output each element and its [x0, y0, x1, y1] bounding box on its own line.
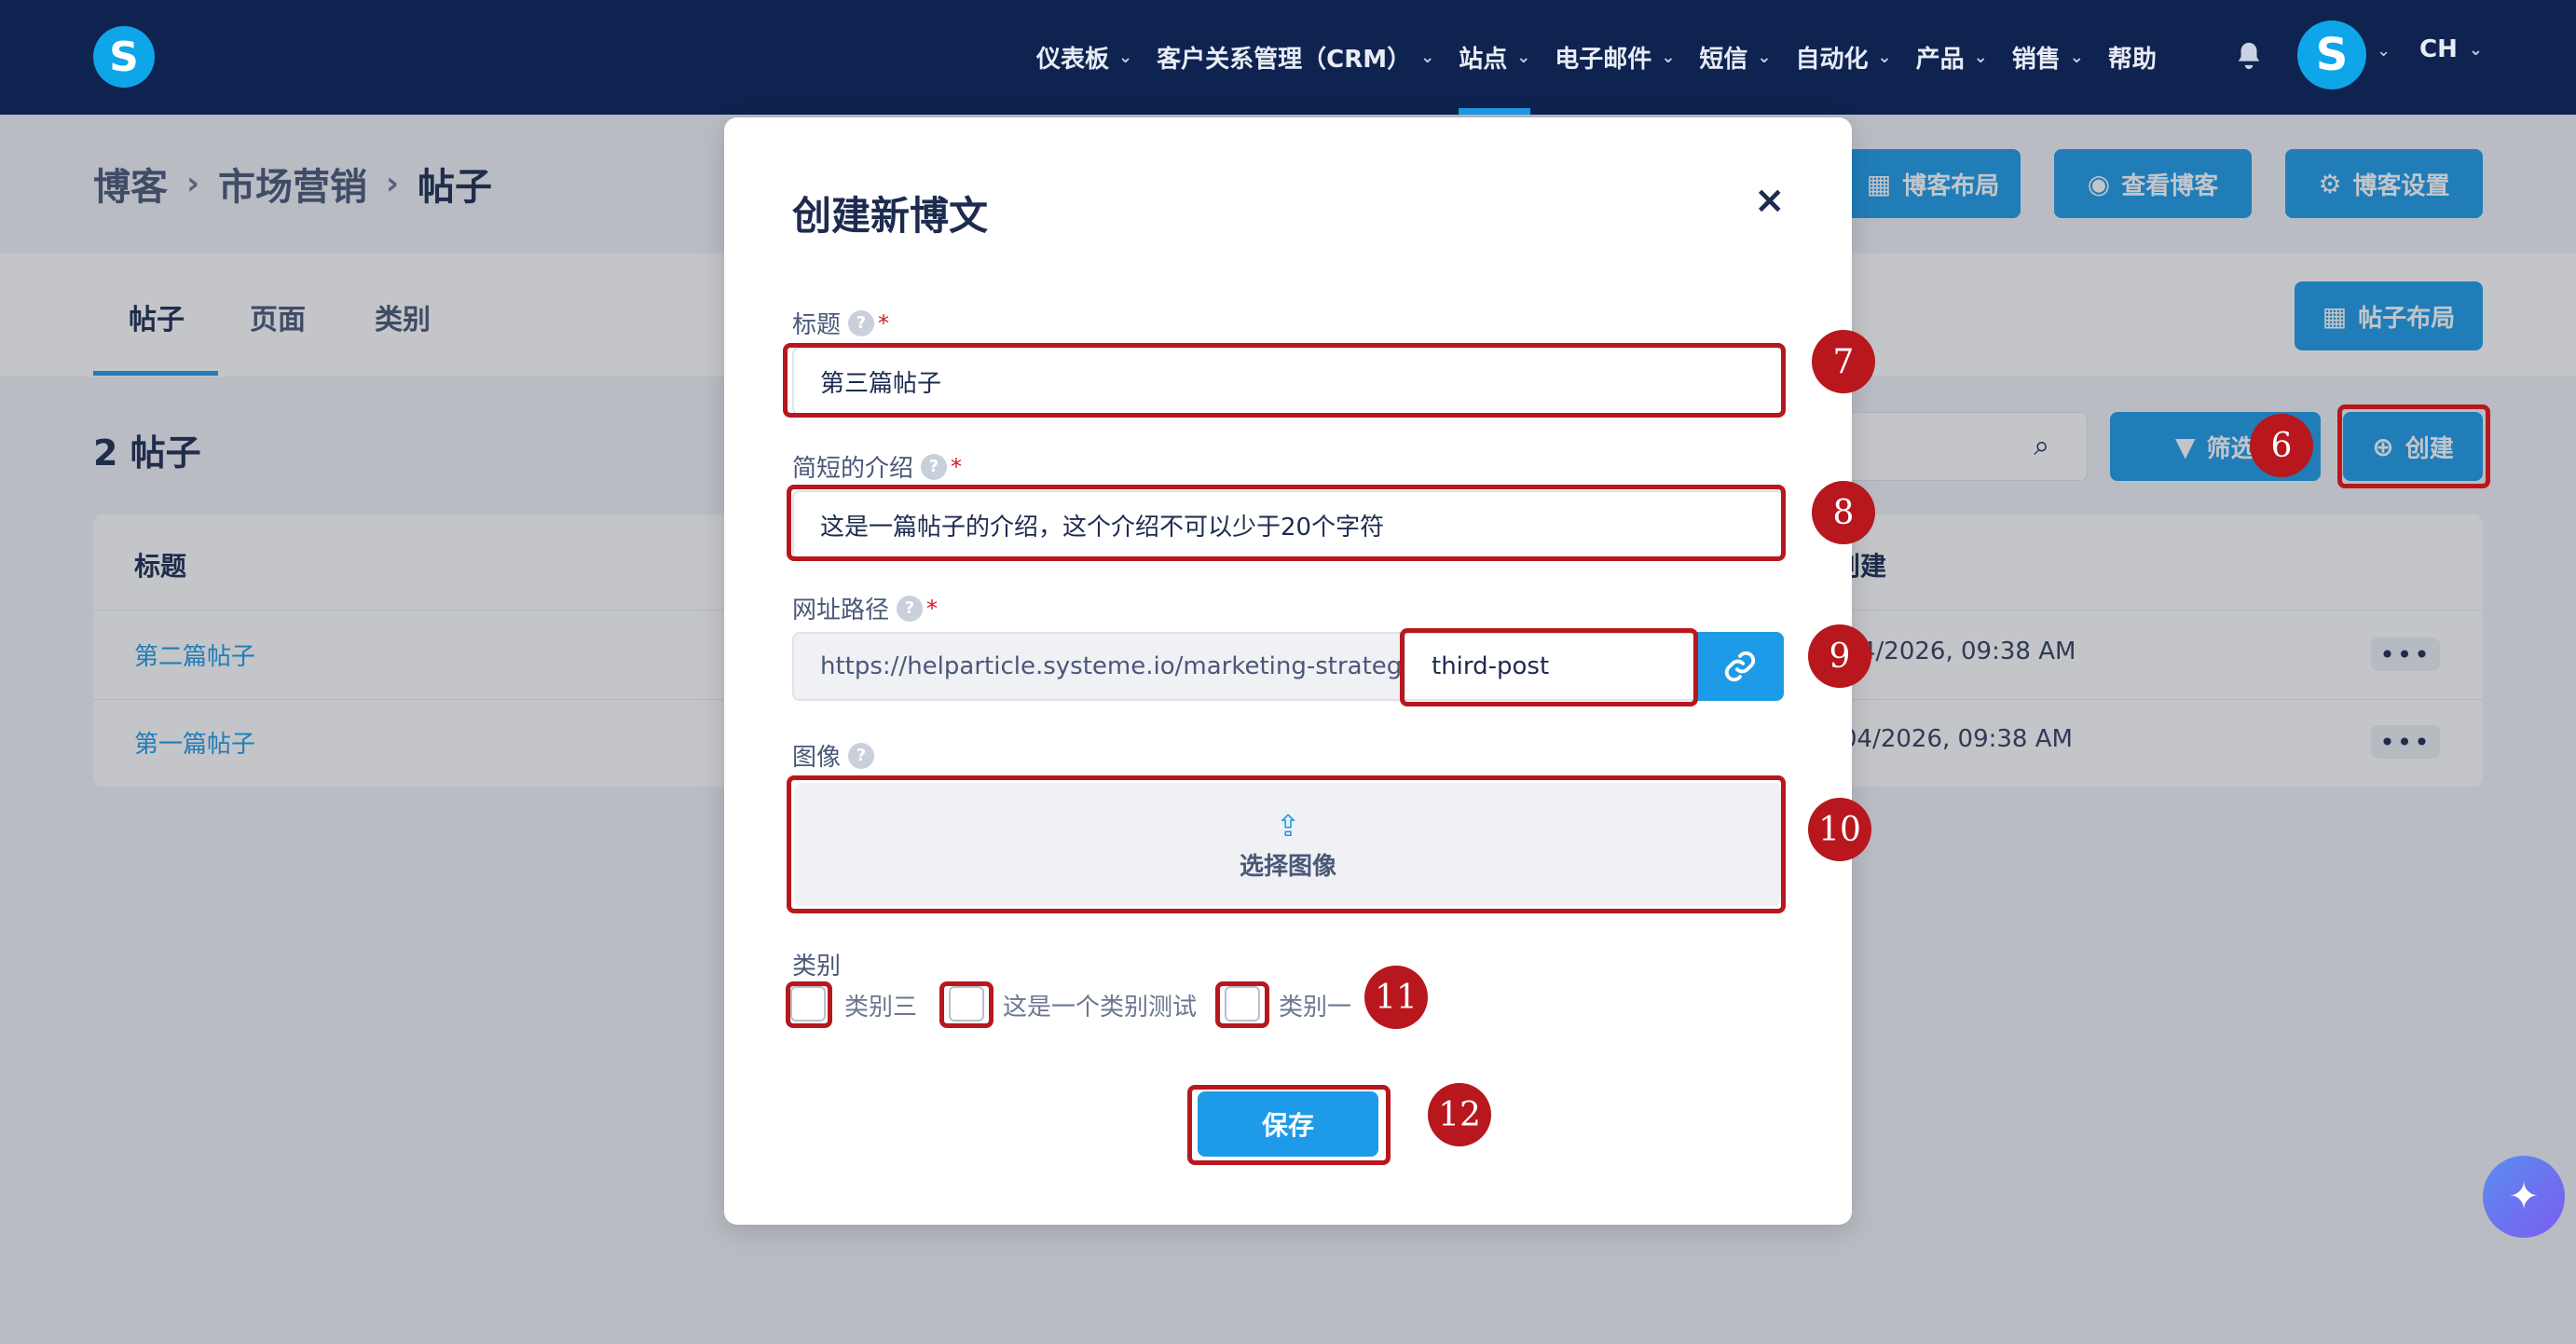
chevron-down-icon: ⌄: [1757, 48, 1772, 67]
url-field-label: 网址路径? *: [792, 591, 938, 625]
required-marker: *: [878, 309, 890, 336]
nav-item-label: 销售: [2011, 46, 2061, 74]
nav-item-label: 自动化: [1795, 46, 1869, 74]
category-label[interactable]: 类别三: [844, 988, 917, 1022]
annotation-number: 9: [1808, 624, 1871, 688]
chevron-down-icon: ⌄: [1661, 48, 1676, 67]
nav-item-products[interactable]: 产品 ⌄: [1916, 0, 1988, 115]
label-text: 网址路径: [792, 597, 890, 624]
language-label: CH: [2419, 35, 2458, 63]
annotation-number: 8: [1812, 481, 1875, 544]
annotation-box: [1187, 1085, 1391, 1165]
sparkle-icon[interactable]: ✦: [2483, 1156, 2565, 1238]
annotation-box: [2337, 405, 2490, 488]
chevron-down-icon: ⌄: [1516, 48, 1531, 67]
annotation-number: 6: [2250, 414, 2313, 477]
nav-item-label: 帮助: [2107, 46, 2157, 74]
top-navigation: S 仪表板 ⌄ 客户关系管理（CRM） ⌄ 站点 ⌄ 电子邮件 ⌄ 短信 ⌄ 自动化 ⌄ 产…: [0, 0, 2576, 115]
avatar[interactable]: S: [2297, 21, 2366, 89]
chevron-down-icon: ⌄: [1118, 48, 1133, 67]
help-icon[interactable]: ?: [897, 595, 924, 622]
help-icon[interactable]: ?: [848, 309, 875, 336]
annotation-box: [786, 981, 832, 1028]
annotation-box: [939, 981, 993, 1028]
label-text: 类别: [792, 953, 842, 981]
chevron-down-icon: ⌄: [1420, 48, 1435, 67]
title-field-label: 标题? *: [792, 306, 889, 340]
nav-item-help[interactable]: 帮助: [2108, 0, 2157, 115]
nav-item-sms[interactable]: 短信 ⌄: [1699, 0, 1771, 115]
nav-item-automation[interactable]: 自动化 ⌄: [1796, 0, 1892, 115]
intro-field-label: 简短的介绍? *: [792, 449, 962, 484]
label-text: 简短的介绍: [792, 455, 914, 483]
annotation-number: 7: [1812, 330, 1875, 393]
label-text: 图像: [792, 744, 842, 772]
language-selector[interactable]: CH ⌄: [2419, 35, 2483, 63]
chevron-down-icon[interactable]: ⌄: [2377, 41, 2391, 61]
category-field-label: 类别: [792, 947, 841, 981]
annotation-box: [787, 485, 1786, 561]
nav-item-label: 站点: [1459, 46, 1508, 74]
annotation-number: 12: [1428, 1083, 1491, 1146]
label-text: 标题: [792, 311, 842, 339]
nav-item-crm[interactable]: 客户关系管理（CRM） ⌄: [1157, 0, 1434, 115]
nav-item-email[interactable]: 电子邮件 ⌄: [1555, 0, 1675, 115]
nav-item-label: 短信: [1699, 46, 1748, 74]
annotation-box: [783, 343, 1786, 418]
nav-item-label: 电子邮件: [1555, 46, 1652, 74]
close-icon[interactable]: ×: [1754, 179, 1786, 222]
systeme-logo[interactable]: S: [93, 26, 155, 88]
chevron-down-icon: ⌄: [2069, 48, 2084, 67]
annotation-number: 10: [1808, 798, 1871, 861]
annotation-number: 11: [1364, 966, 1428, 1029]
help-icon[interactable]: ?: [848, 742, 875, 769]
nav-item-label: 客户关系管理（CRM）: [1157, 46, 1412, 74]
nav-item-label: 仪表板: [1036, 46, 1110, 74]
link-icon[interactable]: [1696, 632, 1784, 701]
annotation-box: [1400, 628, 1698, 706]
required-marker: *: [951, 453, 963, 480]
required-marker: *: [926, 595, 939, 622]
nav-item-label: 产品: [1915, 46, 1965, 74]
nav-item-dashboard[interactable]: 仪表板 ⌄: [1036, 0, 1132, 115]
nav-item-sales[interactable]: 销售 ⌄: [2012, 0, 2084, 115]
modal-title: 创建新博文: [792, 193, 989, 239]
url-prefix: https://helparticle.systeme.io/marketing…: [792, 632, 1443, 701]
category-label[interactable]: 类别一: [1279, 988, 1351, 1022]
chevron-down-icon: ⌄: [1973, 48, 1988, 67]
annotation-box: [787, 775, 1786, 913]
annotation-box: [1215, 981, 1269, 1028]
image-field-label: 图像?: [792, 738, 875, 773]
chevron-down-icon: ⌄: [2468, 39, 2483, 60]
help-icon[interactable]: ?: [921, 453, 948, 480]
chevron-down-icon: ⌄: [1877, 48, 1892, 67]
category-label[interactable]: 这是一个类别测试: [1003, 988, 1197, 1022]
bell-icon[interactable]: [2233, 39, 2265, 73]
nav-item-sites[interactable]: 站点 ⌄: [1459, 0, 1531, 115]
nav-menu: 仪表板 ⌄ 客户关系管理（CRM） ⌄ 站点 ⌄ 电子邮件 ⌄ 短信 ⌄ 自动化 ⌄ 产品 ⌄…: [1036, 0, 2181, 115]
